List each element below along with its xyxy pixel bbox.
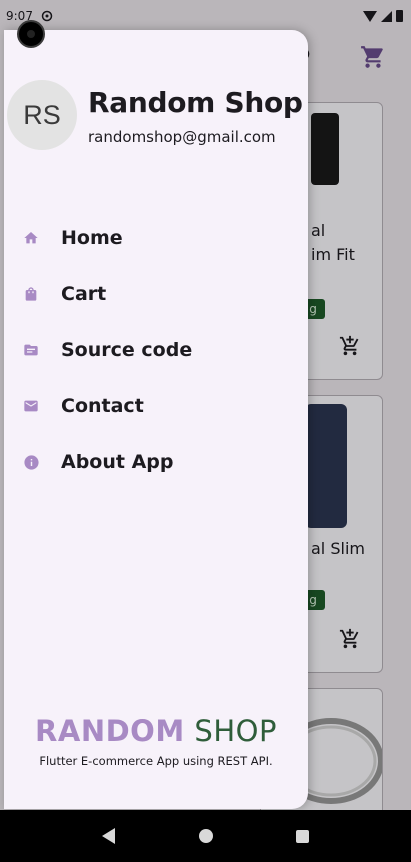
nav-back-button[interactable] <box>99 826 119 846</box>
info-icon <box>21 452 41 472</box>
folder-icon <box>21 340 41 360</box>
menu-item-label: About App <box>61 451 174 473</box>
menu-item-about-app[interactable]: About App <box>4 434 308 490</box>
system-navigation-bar <box>0 810 411 862</box>
menu-item-home[interactable]: Home <box>4 210 308 266</box>
drawer-menu: Home Cart Source code Contact About App <box>4 210 308 490</box>
menu-item-source-code[interactable]: Source code <box>4 322 308 378</box>
device-screen: 9:07 al im Fit g al Slim g RS Random Sho… <box>0 0 411 862</box>
back-icon <box>102 828 115 844</box>
brand-logo-text: RANDOM SHOP <box>4 714 308 748</box>
nav-home-button[interactable] <box>196 826 216 846</box>
brand-tagline: Flutter E-commerce App using REST API. <box>39 754 273 768</box>
home-icon <box>21 228 41 248</box>
menu-item-label: Cart <box>61 283 107 305</box>
front-camera <box>17 20 45 48</box>
menu-item-contact[interactable]: Contact <box>4 378 308 434</box>
shopping-bag-icon <box>21 284 41 304</box>
brand-part-random: RANDOM <box>35 714 185 748</box>
drawer-header-name: Random Shop <box>88 86 303 119</box>
menu-item-label: Source code <box>61 339 193 361</box>
menu-item-label: Contact <box>61 395 144 417</box>
nav-recents-button[interactable] <box>293 826 313 846</box>
avatar: RS <box>7 80 77 150</box>
drawer-header-email: randomshop@gmail.com <box>88 128 276 146</box>
recents-icon <box>296 829 309 843</box>
menu-item-cart[interactable]: Cart <box>4 266 308 322</box>
navigation-drawer: RS Random Shop randomshop@gmail.com Home… <box>4 30 308 809</box>
menu-item-label: Home <box>61 227 123 249</box>
mail-icon <box>21 396 41 416</box>
home-circle-icon <box>198 829 213 843</box>
brand-part-shop: SHOP <box>184 714 277 748</box>
